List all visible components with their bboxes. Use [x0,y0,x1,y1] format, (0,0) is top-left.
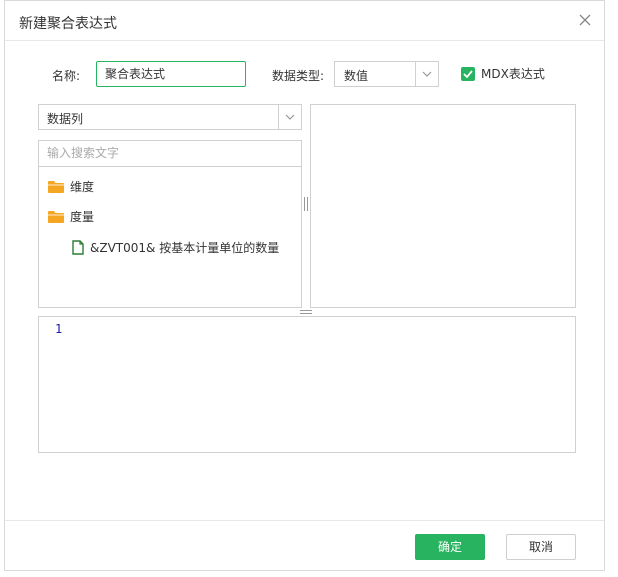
tree-item-label: 度量 [70,210,95,224]
close-icon[interactable] [576,11,594,29]
horizontal-splitter-handle[interactable] [300,310,312,314]
folder-icon [48,180,64,193]
name-input[interactable]: 聚合表达式 [96,61,246,87]
data-column-select[interactable]: 数据列 [38,104,302,130]
function-panel [310,104,576,308]
vertical-splitter-handle[interactable] [304,197,308,211]
dialog-titlebar: 新建聚合表达式 [5,1,604,41]
tree-item-measure[interactable]: 度量 [48,208,94,225]
checkbox-checked-icon[interactable] [461,66,475,81]
field-tree-panel: 输入搜索文字 维度 度量 &ZVT001& 按基本计量单位的数量 [38,140,302,308]
line-number: 1 [55,322,63,336]
name-label: 名称: [52,69,81,83]
data-type-label: 数据类型: [272,69,325,83]
cancel-button[interactable]: 取消 [506,534,576,560]
tree-item-label: &ZVT001& 按基本计量单位的数量 [90,241,280,255]
tree-item-label: 维度 [70,180,95,194]
chevron-down-icon[interactable] [278,105,301,129]
new-aggregate-expression-dialog: 新建聚合表达式 名称: 聚合表达式 数据类型: 数值 MDX表达式 数据列 输入… [4,0,605,571]
folder-icon [48,210,64,223]
data-type-select[interactable]: 数值 [334,61,439,87]
tree-item-dimension[interactable]: 维度 [48,178,94,195]
confirm-button[interactable]: 确定 [415,534,485,560]
data-column-value: 数据列 [47,112,84,126]
mdx-expression-checkbox[interactable]: MDX表达式 [461,65,545,82]
search-input[interactable]: 输入搜索文字 [39,141,301,167]
dialog-title: 新建聚合表达式 [19,16,117,32]
expression-editor[interactable]: 1 [38,316,576,453]
data-type-value: 数值 [344,69,369,83]
tree-item-zvt001[interactable]: &ZVT001& 按基本计量单位的数量 [72,239,279,256]
mdx-expression-label: MDX表达式 [481,67,545,81]
file-icon [72,240,84,255]
chevron-down-icon[interactable] [415,62,438,86]
dialog-footer: 确定 取消 [5,520,604,571]
